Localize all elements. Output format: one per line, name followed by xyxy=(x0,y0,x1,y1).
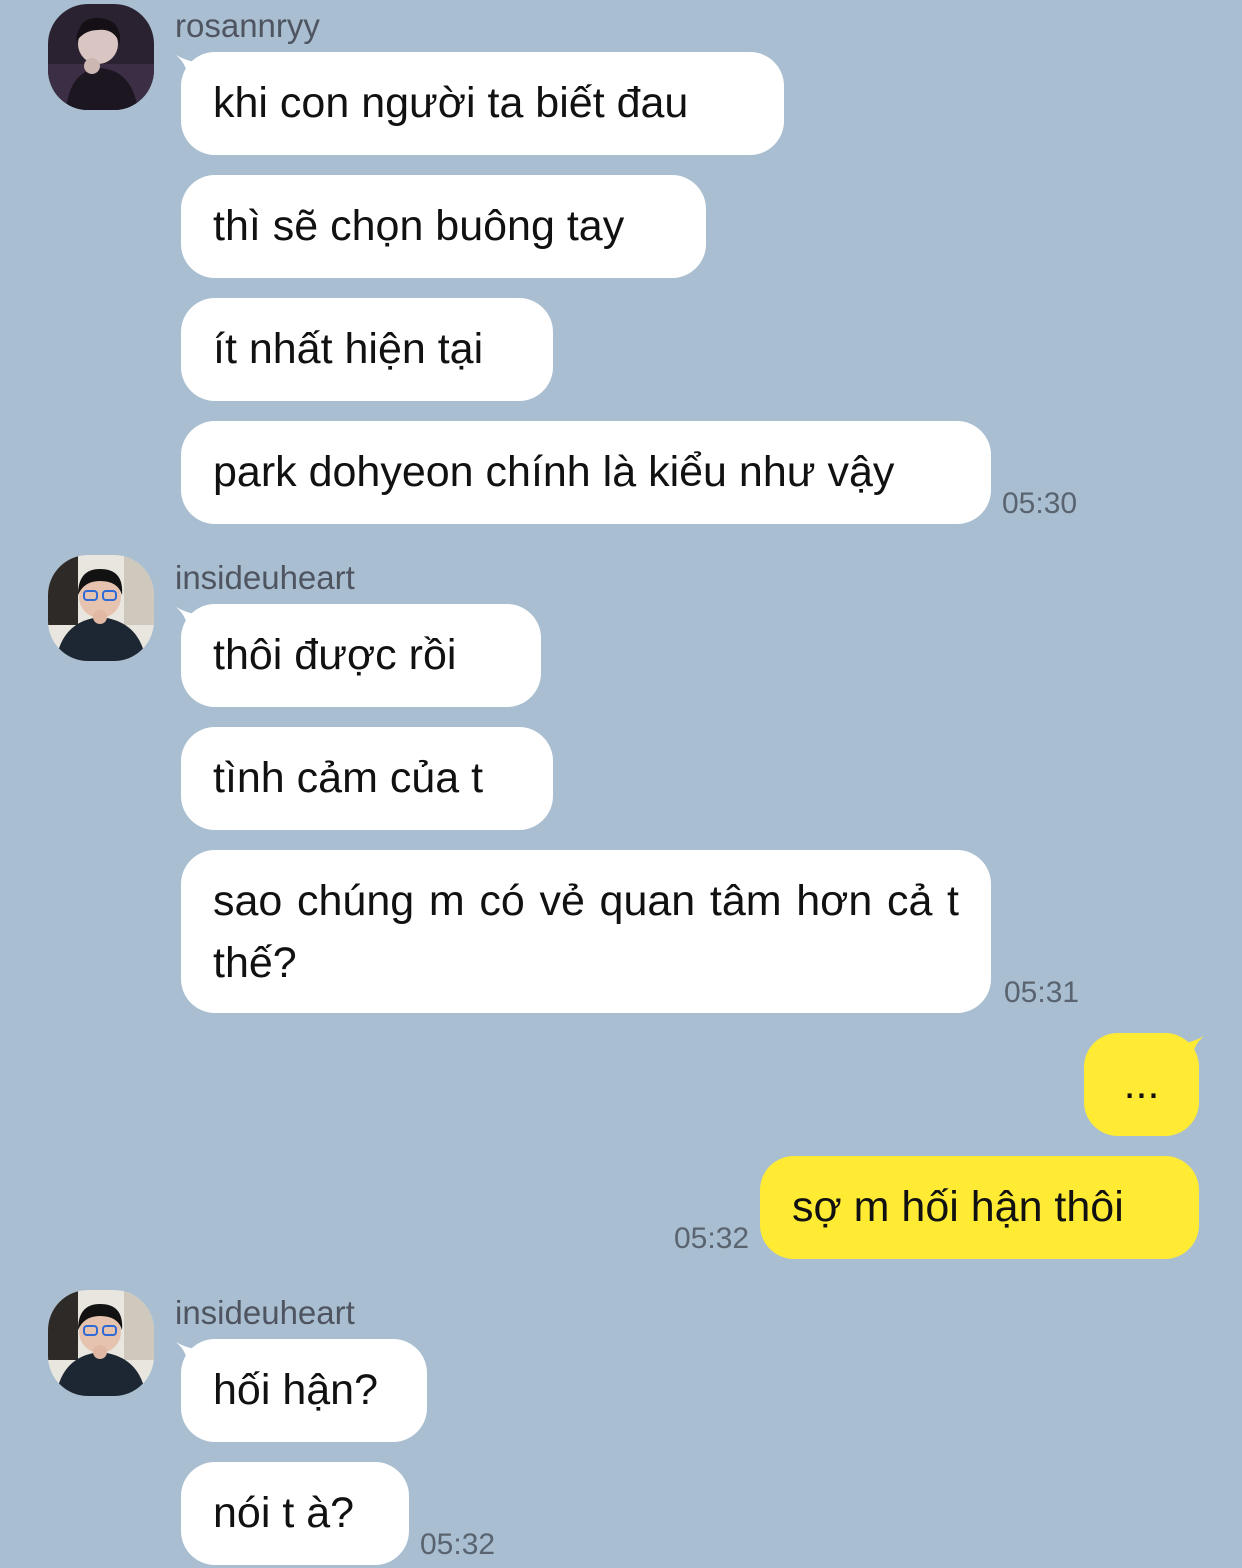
message-bubble[interactable]: sao chúng m có vẻ quan tâm hơn cả t thế? xyxy=(181,850,991,1013)
message-bubble[interactable]: thôi được rồi xyxy=(181,604,541,707)
message-bubble-outgoing[interactable]: sợ m hối hận thôi xyxy=(760,1156,1199,1259)
profile-photo-icon xyxy=(48,4,154,110)
message-timestamp: 05:30 xyxy=(1002,487,1078,520)
message-timestamp: 05:32 xyxy=(420,1528,496,1561)
message-bubble[interactable]: ít nhất hiện tại xyxy=(181,298,553,401)
avatar-insideuheart[interactable] xyxy=(48,1290,154,1396)
bubble-tail xyxy=(1180,1036,1204,1062)
message-timestamp: 05:32 xyxy=(674,1222,750,1255)
sender-name: insideuheart xyxy=(175,1294,355,1331)
message-bubble[interactable]: nói t à? xyxy=(181,1462,409,1565)
avatar-insideuheart[interactable] xyxy=(48,555,154,661)
profile-photo-icon xyxy=(48,555,154,661)
avatar-rosannryy[interactable] xyxy=(48,4,154,110)
profile-photo-icon xyxy=(48,1290,154,1396)
sender-name: insideuheart xyxy=(175,559,355,596)
message-bubble[interactable]: hối hận? xyxy=(181,1339,427,1442)
message-timestamp: 05:31 xyxy=(1004,976,1080,1009)
message-bubble[interactable]: tình cảm của t xyxy=(181,727,553,830)
message-bubble[interactable]: thì sẽ chọn buông tay xyxy=(181,175,706,278)
message-bubble[interactable]: park dohyeon chính là kiểu như vậy xyxy=(181,421,991,524)
message-bubble[interactable]: khi con người ta biết đau xyxy=(181,52,784,155)
sender-name: rosannryy xyxy=(175,7,320,44)
